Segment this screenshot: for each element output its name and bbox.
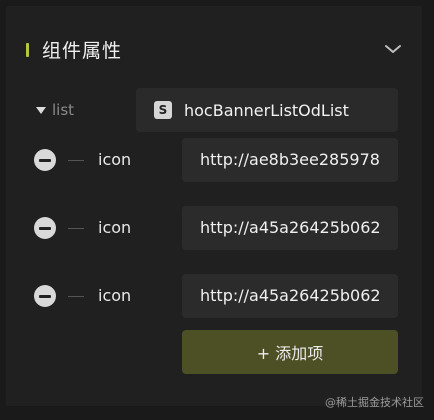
list-label: list <box>52 101 75 119</box>
item-value-input[interactable]: http://a45a26425b062 <box>182 274 398 318</box>
add-item-button[interactable]: + 添加项 <box>182 330 398 374</box>
remove-item-icon[interactable] <box>34 285 56 307</box>
item-connector-line <box>68 296 84 297</box>
component-name: hocBannerListOdList <box>184 100 349 120</box>
panel-header: 组件属性 <box>6 28 422 72</box>
list-row: list S hocBannerListOdList <box>6 88 422 134</box>
remove-item-icon[interactable] <box>34 217 56 239</box>
item-connector-line <box>68 228 84 229</box>
remove-item-icon[interactable] <box>34 149 56 171</box>
item-value-input[interactable]: http://a45a26425b062 <box>182 206 398 250</box>
component-selector[interactable]: S hocBannerListOdList <box>136 88 398 132</box>
item-label: icon <box>98 218 132 237</box>
item-connector-line <box>68 160 84 161</box>
title-accent-bar <box>26 43 29 57</box>
list-item: icon http://a45a26425b062 <box>6 274 422 320</box>
list-item: icon http://a45a26425b062 <box>6 206 422 252</box>
properties-panel: 组件属性 list S hocBannerListOdList icon htt… <box>6 6 422 406</box>
list-item: icon http://ae8b3ee285978 <box>6 138 422 184</box>
chevron-down-icon[interactable] <box>382 38 404 60</box>
component-icon: S <box>154 101 172 119</box>
list-expand-toggle[interactable]: list <box>36 100 74 120</box>
watermark: @稀土掘金技术社区 <box>325 396 424 409</box>
caret-down-icon <box>36 106 46 114</box>
item-label: icon <box>98 150 132 169</box>
item-value-input[interactable]: http://ae8b3ee285978 <box>182 138 398 182</box>
panel-title: 组件属性 <box>42 40 123 62</box>
item-label: icon <box>98 286 132 305</box>
